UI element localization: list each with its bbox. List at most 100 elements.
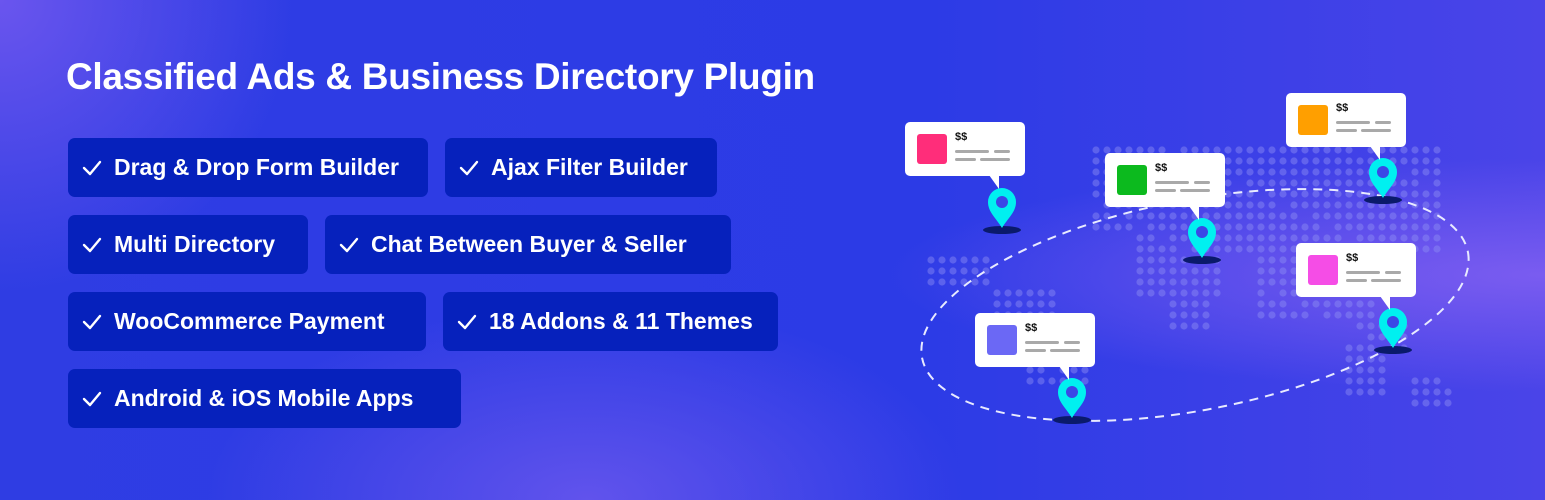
map-dot: [1081, 366, 1089, 374]
feature-label: Chat Between Buyer & Seller: [371, 231, 687, 257]
map-dot: [1334, 146, 1342, 154]
map-dot: [1433, 234, 1441, 242]
map-dot: [1356, 344, 1364, 352]
listing-card: $$: [975, 313, 1095, 380]
map-dot: [1345, 388, 1353, 396]
checkmark-icon: [457, 314, 477, 329]
listing-thumbnail: [1117, 165, 1147, 195]
map-dot: [1026, 289, 1034, 297]
map-dot: [1345, 223, 1353, 231]
map-dot: [1334, 223, 1342, 231]
map-dot: [1367, 223, 1375, 231]
map-dot: [1378, 388, 1386, 396]
map-dot: [1213, 212, 1221, 220]
map-dot: [1037, 289, 1045, 297]
map-dot: [949, 278, 957, 286]
checkmark-icon: [82, 314, 102, 329]
map-dot: [1257, 300, 1265, 308]
listing-price: $$: [1336, 102, 1349, 114]
map-dot: [1268, 234, 1276, 242]
map-dot: [1389, 212, 1397, 220]
map-dot: [1345, 311, 1353, 319]
map-dot: [1433, 223, 1441, 231]
feature-chip-mobile-apps: Android & iOS Mobile Apps: [68, 369, 461, 428]
map-dot: [1345, 179, 1353, 187]
map-dot: [1279, 256, 1287, 264]
map-dot: [1136, 234, 1144, 242]
feature-chip-woocommerce: WooCommerce Payment: [68, 292, 426, 351]
map-dot: [1004, 289, 1012, 297]
map-dot: [982, 256, 990, 264]
map-dot: [1345, 300, 1353, 308]
map-dot: [1224, 157, 1232, 165]
feature-label: Ajax Filter Builder: [491, 154, 688, 180]
map-dot: [1257, 146, 1265, 154]
map-dot: [1235, 168, 1243, 176]
map-dot: [1180, 212, 1188, 220]
map-dot: [1257, 201, 1265, 209]
map-dot: [1246, 234, 1254, 242]
map-dot: [1136, 212, 1144, 220]
map-dot: [1279, 157, 1287, 165]
map-dot: [1400, 201, 1408, 209]
map-dot: [1422, 399, 1430, 407]
map-dot: [1312, 234, 1320, 242]
map-dot: [1268, 157, 1276, 165]
map-dot: [1411, 388, 1419, 396]
map-dot: [1191, 267, 1199, 275]
map-dot: [1334, 168, 1342, 176]
listing-price: $$: [1346, 252, 1359, 264]
map-dot: [1433, 146, 1441, 154]
map-dot: [938, 278, 946, 286]
map-dot: [1026, 366, 1034, 374]
map-dot: [1334, 201, 1342, 209]
map-dot: [971, 278, 979, 286]
map-dot: [1147, 256, 1155, 264]
map-dot: [1422, 146, 1430, 154]
map-dot: [1169, 289, 1177, 297]
map-dot: [1345, 355, 1353, 363]
listing-card: $$: [905, 122, 1025, 189]
map-dot: [1411, 179, 1419, 187]
map-dot: [1422, 201, 1430, 209]
map-dot: [1224, 245, 1232, 253]
map-dot: [1180, 234, 1188, 242]
listing-card: $$: [1296, 243, 1416, 310]
map-dot: [1257, 223, 1265, 231]
map-dot: [1257, 212, 1265, 220]
map-dot: [1224, 146, 1232, 154]
map-dot: [1433, 157, 1441, 165]
map-dot: [1235, 201, 1243, 209]
map-dot: [1235, 146, 1243, 154]
listing-card: $$: [1105, 153, 1225, 220]
map-dot: [1191, 278, 1199, 286]
map-dot: [1180, 311, 1188, 319]
map-dot: [1290, 190, 1298, 198]
map-dot: [1213, 289, 1221, 297]
map-dot: [927, 278, 935, 286]
map-dot: [1268, 168, 1276, 176]
map-dot: [1246, 168, 1254, 176]
map-dot: [1323, 212, 1331, 220]
map-dot: [1422, 190, 1430, 198]
map-dot: [927, 256, 935, 264]
map-dot: [1169, 267, 1177, 275]
map-dot: [1367, 333, 1375, 341]
map-dot: [1334, 157, 1342, 165]
map-dot: [1191, 322, 1199, 330]
map-dot: [993, 300, 1001, 308]
map-dot: [1224, 234, 1232, 242]
map-dot: [1268, 245, 1276, 253]
map-dot: [1433, 245, 1441, 253]
checkmark-icon: [459, 160, 479, 175]
map-dot: [1345, 201, 1353, 209]
map-dot: [1224, 168, 1232, 176]
map-dot: [1400, 179, 1408, 187]
map-dot: [1323, 168, 1331, 176]
world-map-illustration: $$ $$ $$ $$ $$: [880, 80, 1520, 440]
map-dot: [1312, 157, 1320, 165]
map-dot: [1356, 190, 1364, 198]
location-pin-icon: [983, 188, 1021, 234]
map-dot: [1367, 388, 1375, 396]
map-dot: [1301, 201, 1309, 209]
